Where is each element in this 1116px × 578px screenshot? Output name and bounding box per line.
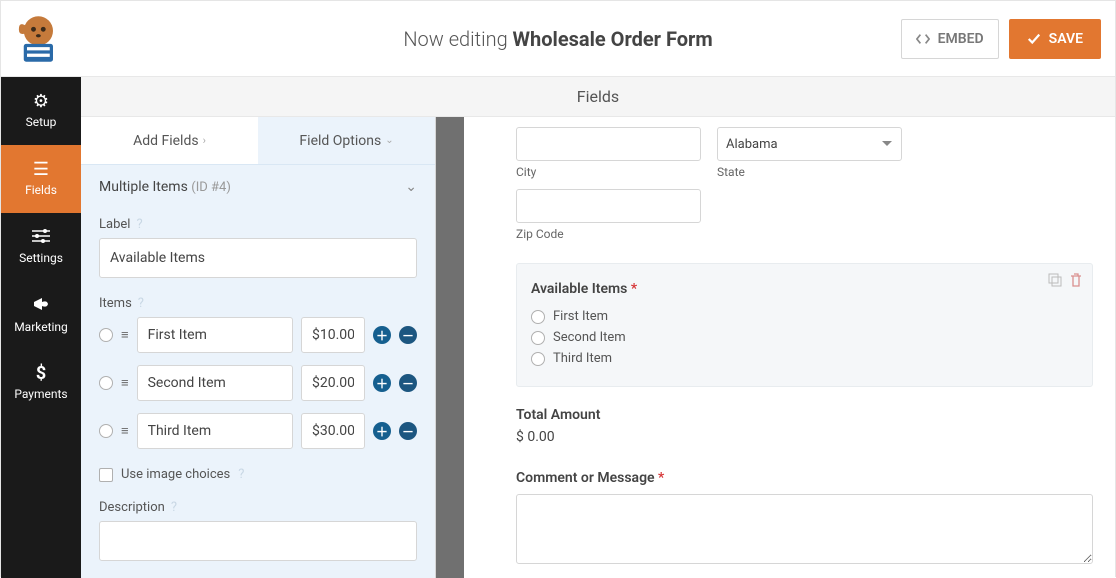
left-nav: ⚙ Setup ☰ Fields Settings Marketing $ Pa… [1,77,81,578]
comment-field: Comment or Message * [516,467,1093,568]
panel-gap [436,117,464,578]
nav-fields[interactable]: ☰ Fields [1,145,81,213]
nav-settings[interactable]: Settings [1,213,81,281]
label-input[interactable] [99,238,417,278]
field-tools [1048,272,1082,291]
form-name: Wholesale Order Form [513,27,713,51]
preview-radio-option[interactable]: First Item [531,309,1078,324]
embed-button[interactable]: EMBED [901,19,999,59]
section-id: (ID #4) [191,180,231,195]
panel-tabs: Add Fields › Field Options ⌄ [81,117,435,165]
zip-input[interactable] [516,189,701,223]
description-label: Description ? [99,500,417,515]
duplicate-icon[interactable] [1048,272,1062,291]
tab-add-fields[interactable]: Add Fields › [81,117,258,165]
item-name-input[interactable] [137,413,293,449]
total-amount-field: Total Amount $ 0.00 [516,407,1093,445]
use-image-choices-label: Use image choices [121,467,230,482]
total-label: Total Amount [516,407,1093,423]
add-item-button[interactable]: ＋ [373,374,391,392]
item-row: ≡ ＋ － [99,365,417,401]
delete-icon[interactable] [1070,272,1082,291]
item-price-input[interactable] [301,413,365,449]
nav-setup[interactable]: ⚙ Setup [1,77,81,145]
total-value: $ 0.00 [516,429,1093,445]
check-icon [1027,32,1041,46]
nav-marketing[interactable]: Marketing [1,281,81,349]
save-button[interactable]: SAVE [1009,19,1101,59]
section-header[interactable]: Multiple Items (ID #4) ⌄ [81,165,435,209]
drag-handle-icon[interactable]: ≡ [121,430,129,433]
top-bar: Now editing Wholesale Order Form EMBED S… [1,1,1115,77]
form-preview: City Alabama State Zip Code [464,117,1115,578]
label-label: Label ? [99,217,417,232]
zip-sublabel: Zip Code [516,227,701,241]
remove-item-button[interactable]: － [399,422,417,440]
item-price-input[interactable] [301,365,365,401]
top-actions: EMBED SAVE [901,19,1101,59]
city-input[interactable] [516,127,701,161]
item-default-radio[interactable] [99,424,113,438]
help-icon[interactable]: ? [171,500,177,515]
use-image-choices-checkbox[interactable] [99,468,113,482]
chevron-right-icon: › [203,134,206,147]
state-select[interactable]: Alabama [717,127,902,161]
item-row: ≡ ＋ － [99,317,417,353]
preview-radio-option[interactable]: Third Item [531,351,1078,366]
tab-field-options[interactable]: Field Options ⌄ [258,117,435,165]
city-sublabel: City [516,165,701,179]
item-name-input[interactable] [137,365,293,401]
preview-radio-option[interactable]: Second Item [531,330,1078,345]
brand-logo [1,1,79,77]
item-row: ≡ ＋ － [99,413,417,449]
add-item-button[interactable]: ＋ [373,422,391,440]
chevron-down-icon: ⌄ [385,135,393,146]
available-items-label: Available Items * [531,281,637,297]
help-icon[interactable]: ? [238,467,244,482]
item-default-radio[interactable] [99,328,113,342]
item-default-radio[interactable] [99,376,113,390]
nav-payments[interactable]: $ Payments [1,349,81,417]
title-prefix: Now editing [403,27,512,51]
section-title: Multiple Items [99,179,188,195]
available-items-field[interactable]: Available Items * First Item Second Item… [516,263,1093,387]
dollar-icon: $ [36,365,46,383]
add-item-button[interactable]: ＋ [373,326,391,344]
item-name-input[interactable] [137,317,293,353]
help-icon[interactable]: ? [138,296,144,311]
gear-icon: ⚙ [33,93,49,111]
list-icon: ☰ [33,161,49,179]
chevron-down-icon: ⌄ [405,179,417,195]
comment-label: Comment or Message * [516,470,664,486]
description-input[interactable] [99,521,417,561]
items-label: Items ? [99,296,417,311]
code-icon [916,32,930,46]
field-options-panel: Add Fields › Field Options ⌄ Multiple It… [81,117,436,578]
help-icon[interactable]: ? [136,217,142,232]
item-price-input[interactable] [301,317,365,353]
editor-header: Fields [81,77,1115,117]
use-image-choices-row: Use image choices ? [99,467,417,482]
bullhorn-icon [32,296,50,316]
state-sublabel: State [717,165,902,179]
page-title: Now editing Wholesale Order Form [403,27,712,51]
drag-handle-icon[interactable]: ≡ [121,334,129,337]
remove-item-button[interactable]: － [399,374,417,392]
remove-item-button[interactable]: － [399,326,417,344]
comment-textarea[interactable] [516,494,1093,564]
sliders-icon [32,229,50,247]
drag-handle-icon[interactable]: ≡ [121,382,129,385]
